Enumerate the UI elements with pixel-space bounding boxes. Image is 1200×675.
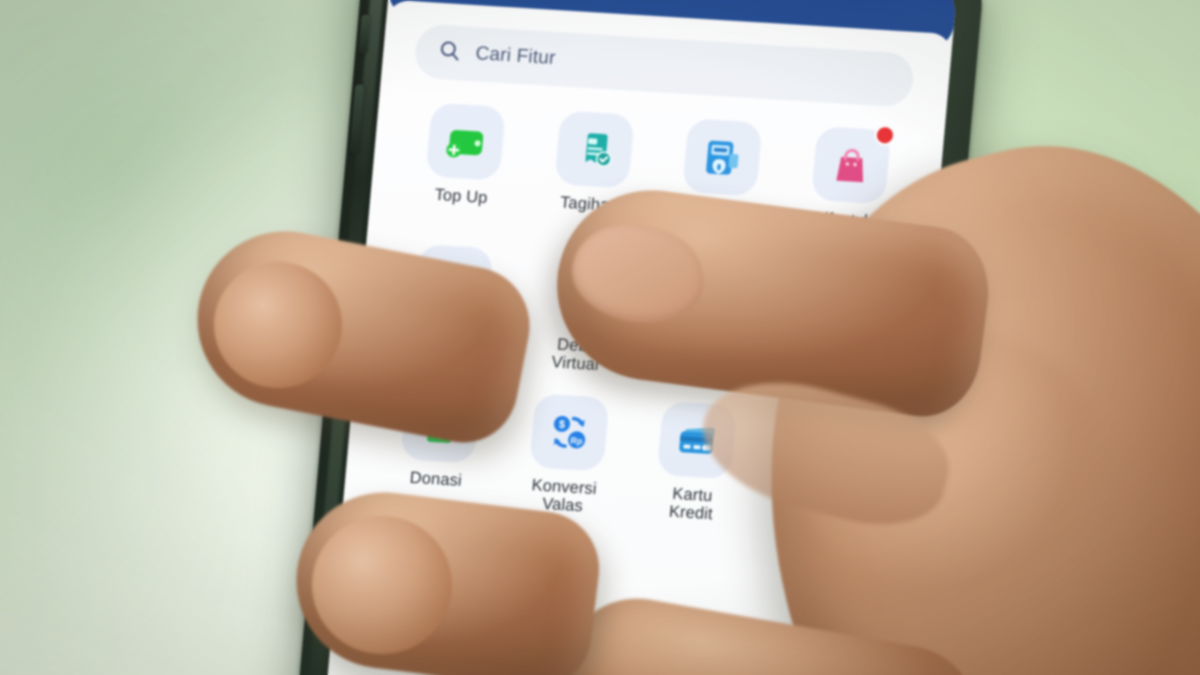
phone-screen: Cari Fitur Top Up Tagihan Setor & Tarik … xyxy=(323,0,959,675)
feature-item-debit-virtual[interactable]: Debit Virtual xyxy=(510,250,649,377)
feature-label: Debit Virtual xyxy=(550,335,600,375)
feature-label: Tagihan xyxy=(559,193,620,216)
tile-konversi-valas: $ Rp xyxy=(528,393,610,472)
tile-hidden-c xyxy=(644,542,724,620)
tile-hidden-b xyxy=(798,267,878,345)
notification-badge-dot xyxy=(875,126,894,144)
nav-item-akun[interactable]: Akun xyxy=(766,664,867,675)
tile-hidden-a xyxy=(670,260,750,338)
feature-label: Top Up xyxy=(433,185,489,208)
feature-label: Lifestyle xyxy=(814,209,878,231)
feature-item-donasi[interactable]: Rp Donasi xyxy=(369,384,508,511)
briefcase-rupiah-icon: Rp xyxy=(411,548,445,582)
feature-item-lifestyle[interactable]: Lifestyle xyxy=(779,124,918,251)
feature-item-asuransi[interactable]: Asuransi xyxy=(754,407,893,534)
nav-item-beranda[interactable] xyxy=(358,639,457,675)
bank-building-icon xyxy=(538,556,575,590)
search-icon xyxy=(436,37,463,67)
feature-grid: Top Up Tagihan Setor & Tarik Tunai Lifes… xyxy=(360,101,918,639)
feature-label: QRIS Transfer xyxy=(415,327,479,368)
qris-button-label: QRIS xyxy=(592,659,632,675)
insurance-card-icon xyxy=(809,437,843,460)
qris-scan-icon: QRIS xyxy=(592,652,632,675)
feature-label: Asuransi xyxy=(787,491,855,514)
svg-text:Rp: Rp xyxy=(432,573,442,581)
home-icon xyxy=(395,646,420,670)
feature-label: Konversi Valas xyxy=(530,476,598,516)
tile-top-up xyxy=(425,102,507,181)
credit-card-icon xyxy=(679,427,716,454)
qr-transfer-icon xyxy=(435,265,475,306)
feature-item-konversi-valas[interactable]: $ Rp Konversi Valas xyxy=(497,391,636,518)
envelope-icon xyxy=(667,664,694,675)
tile-briefcase: Rp xyxy=(387,526,469,605)
tile-tagihan xyxy=(554,110,635,189)
tile-debit-virtual xyxy=(541,252,621,330)
feature-item-qris-transfer[interactable]: QRIS Transfer xyxy=(382,242,521,369)
photo-scene: Cari Fitur Top Up Tagihan Setor & Tarik … xyxy=(0,0,1200,675)
feature-item-hidden-a[interactable] xyxy=(638,258,777,385)
svg-text:Rp: Rp xyxy=(570,435,583,446)
feature-item-hidden-d[interactable] xyxy=(745,549,881,640)
feature-item-hidden-b[interactable] xyxy=(767,266,906,393)
smartphone: Cari Fitur Top Up Tagihan Setor & Tarik … xyxy=(293,0,987,675)
tile-qris-transfer xyxy=(413,243,494,323)
tile-asuransi xyxy=(785,408,866,488)
feature-label: Donasi xyxy=(409,468,463,490)
person-icon xyxy=(811,670,824,675)
donation-bag-heart-icon: Rp xyxy=(427,407,454,443)
tile-hidden-d xyxy=(773,550,853,628)
svg-text:$: $ xyxy=(558,419,565,431)
feature-item-bank[interactable] xyxy=(488,533,624,624)
tile-lifestyle xyxy=(810,126,894,205)
feature-item-kartu-kredit[interactable]: Kartu Kredit xyxy=(626,399,765,526)
svg-text:Rp: Rp xyxy=(435,411,448,422)
feature-item-briefcase[interactable]: Rp xyxy=(360,525,496,616)
shopping-bag-icon xyxy=(836,148,863,183)
qris-scan-button[interactable]: QRIS xyxy=(566,623,659,675)
wallet-plus-icon xyxy=(446,130,484,158)
feature-item-setor-tarik-tunai[interactable]: Setor & Tarik Tunai xyxy=(651,117,790,244)
tile-kartu-kredit xyxy=(657,400,738,480)
search-bar[interactable]: Cari Fitur xyxy=(413,23,916,108)
feature-item-tagihan[interactable]: Tagihan xyxy=(523,109,662,236)
feature-item-hidden-c[interactable] xyxy=(616,541,752,632)
tile-bank xyxy=(516,534,597,613)
currency-exchange-icon: $ Rp xyxy=(553,415,585,449)
atm-machine-icon xyxy=(706,140,739,175)
feature-item-top-up[interactable]: Top Up xyxy=(394,101,533,228)
receipt-icon xyxy=(533,652,555,675)
feature-label: Setor & Tarik Tunai xyxy=(674,201,758,242)
feature-sheet: Cari Fitur Top Up Tagihan Setor & Tarik … xyxy=(323,0,954,675)
invoice-check-icon xyxy=(584,132,612,167)
feature-label: Kartu Kredit xyxy=(668,484,714,524)
tile-donasi: Rp xyxy=(400,385,481,464)
tile-setor-tarik-tunai xyxy=(682,118,763,197)
search-placeholder: Cari Fitur xyxy=(474,43,557,69)
